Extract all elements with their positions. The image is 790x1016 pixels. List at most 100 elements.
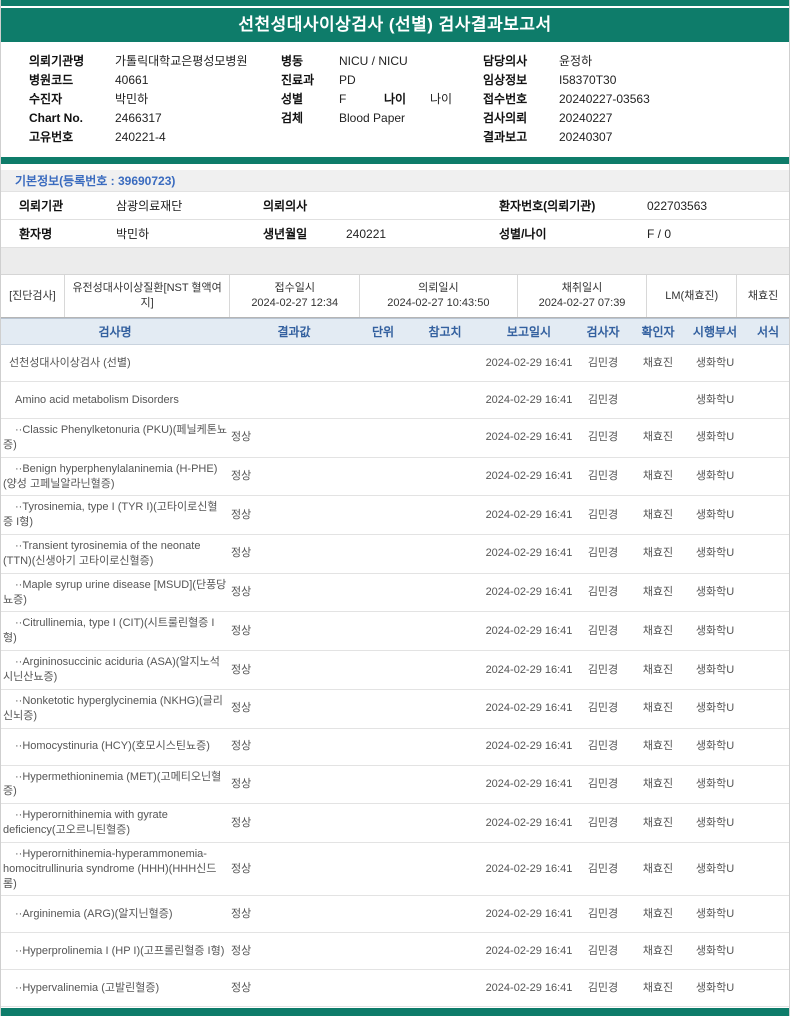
exam-lm-text: LM(채효진) xyxy=(665,289,718,304)
reference-cell xyxy=(407,496,483,535)
test-name-cell: ··Hyperornithinemia-hyperammonemia-homoc… xyxy=(1,842,229,896)
result-row: ··Hypervalinemia (고발린혈증)정상2024-02-29 16:… xyxy=(1,970,790,1007)
form-cell xyxy=(745,689,790,728)
info-row: 진료과PD xyxy=(281,71,483,90)
form-cell xyxy=(745,612,790,651)
info-value: 윤정하 xyxy=(559,52,592,71)
info-value: 20240307 xyxy=(559,128,612,147)
report-datetime-cell: 2024-02-29 16:41 xyxy=(483,689,575,728)
info-value: PD xyxy=(339,71,356,90)
report-datetime-cell: 2024-02-29 16:41 xyxy=(483,535,575,574)
result-row: 선천성대사이상검사 (선별)2024-02-29 16:41김민경채효진생화학U xyxy=(1,345,790,382)
result-value-cell: 정상 xyxy=(229,933,359,970)
verifier-cell: 채효진 xyxy=(631,689,685,728)
report-datetime-cell: 2024-02-29 16:41 xyxy=(483,728,575,765)
form-cell xyxy=(745,535,790,574)
basic-info-label: 성별/나이 xyxy=(499,225,647,242)
tester-cell: 김민경 xyxy=(575,496,631,535)
patient-info-col3: 담당의사윤정하임상정보I58370T30접수번호20240227-03563검사… xyxy=(483,52,783,147)
report-datetime-cell: 2024-02-29 16:41 xyxy=(483,896,575,933)
report-datetime-cell: 2024-02-29 16:41 xyxy=(483,496,575,535)
info-value: 40661 xyxy=(115,71,148,90)
info-label: 접수번호 xyxy=(483,90,559,109)
tester-cell: 김민경 xyxy=(575,457,631,496)
result-row: ··Homocystinuria (HCY)(호모시스틴뇨증)정상2024-02… xyxy=(1,728,790,765)
result-row: ··Transient tyrosinemia of the neonate (… xyxy=(1,535,790,574)
unit-cell xyxy=(359,970,407,1007)
unit-cell xyxy=(359,804,407,843)
department-cell: 생화학U xyxy=(685,651,745,690)
exam-category: [진단검사] xyxy=(1,275,65,317)
form-cell xyxy=(745,419,790,458)
basic-info-table: 의뢰기관삼광의료재단의뢰의사환자번호(의뢰기관)022703563환자명박민하생… xyxy=(1,192,789,248)
report-datetime-cell: 2024-02-29 16:41 xyxy=(483,765,575,804)
exam-collect-label: 채취일시 xyxy=(562,281,602,296)
form-cell xyxy=(745,896,790,933)
unit-cell xyxy=(359,651,407,690)
info-label: 성별 xyxy=(281,90,339,109)
results-column-header: 시행부서 xyxy=(685,319,745,345)
unit-cell xyxy=(359,728,407,765)
verifier-cell xyxy=(631,382,685,419)
info-value: 나이 xyxy=(430,90,452,109)
test-name-cell: ··Maple syrup urine disease [MSUD](단풍당뇨증… xyxy=(1,573,229,612)
info-row: 성별F나이나이 xyxy=(281,90,483,109)
info-value: 가톨릭대학교은평성모병원 xyxy=(115,52,247,71)
result-row: ··Argininosuccinic aciduria (ASA)(알지노석시닌… xyxy=(1,651,790,690)
reference-cell xyxy=(407,933,483,970)
unit-cell xyxy=(359,573,407,612)
bottom-teal-strip xyxy=(1,1008,789,1016)
unit-cell xyxy=(359,496,407,535)
info-value: Blood Paper xyxy=(339,109,405,128)
report-datetime-cell: 2024-02-29 16:41 xyxy=(483,804,575,843)
exam-collector: 채효진 xyxy=(737,275,789,317)
verifier-cell: 채효진 xyxy=(631,651,685,690)
exam-collect-value: 2024-02-27 07:39 xyxy=(539,296,626,311)
result-value-cell xyxy=(229,345,359,382)
form-cell xyxy=(745,496,790,535)
form-cell xyxy=(745,345,790,382)
verifier-cell: 채효진 xyxy=(631,457,685,496)
unit-cell xyxy=(359,765,407,804)
unit-cell xyxy=(359,689,407,728)
report-datetime-cell: 2024-02-29 16:41 xyxy=(483,933,575,970)
result-row: ··Hyperornithinemia with gyrate deficien… xyxy=(1,804,790,843)
unit-cell xyxy=(359,345,407,382)
test-name-cell: ··Benign hyperphenylalaninemia (H-PHE)(양… xyxy=(1,457,229,496)
verifier-cell: 채효진 xyxy=(631,496,685,535)
test-name-cell: ··Nonketotic hyperglycinemia (NKHG)(글리신뇌… xyxy=(1,689,229,728)
result-row: Amino acid metabolism Disorders2024-02-2… xyxy=(1,382,790,419)
reference-cell xyxy=(407,612,483,651)
info-label: 나이 xyxy=(384,90,430,109)
result-value-cell: 정상 xyxy=(229,612,359,651)
reference-cell xyxy=(407,535,483,574)
department-cell: 생화학U xyxy=(685,573,745,612)
reference-cell xyxy=(407,728,483,765)
unit-cell xyxy=(359,382,407,419)
tester-cell: 김민경 xyxy=(575,842,631,896)
tester-cell: 김민경 xyxy=(575,419,631,458)
info-row: 검체Blood Paper xyxy=(281,109,483,128)
result-value-cell: 정상 xyxy=(229,573,359,612)
basic-info-label: 환자명 xyxy=(19,225,116,242)
info-value: I58370T30 xyxy=(559,71,616,90)
info-value: 20240227 xyxy=(559,109,612,128)
results-column-header: 보고일시 xyxy=(483,319,575,345)
form-cell xyxy=(745,933,790,970)
info-value: 2466317 xyxy=(115,109,162,128)
basic-info-section-title: 기본정보(등록번호 : 39690723) xyxy=(1,170,789,192)
top-teal-strip xyxy=(1,0,789,6)
department-cell: 생화학U xyxy=(685,728,745,765)
basic-info-row: 환자명박민하생년월일240221성별/나이F / 0 xyxy=(1,220,789,248)
tester-cell: 김민경 xyxy=(575,896,631,933)
exam-summary-row: [진단검사] 유전성대사이상질환[NST 혈액여지] 접수일시 2024-02-… xyxy=(1,275,789,318)
basic-info-value: 박민하 xyxy=(116,225,263,242)
unit-cell xyxy=(359,842,407,896)
department-cell: 생화학U xyxy=(685,970,745,1007)
info-row: 접수번호20240227-03563 xyxy=(483,90,783,109)
exam-name-text: 유전성대사이상질환[NST 혈액여지] xyxy=(69,281,226,311)
results-column-header: 확인자 xyxy=(631,319,685,345)
tester-cell: 김민경 xyxy=(575,382,631,419)
department-cell: 생화학U xyxy=(685,345,745,382)
results-column-header: 참고치 xyxy=(407,319,483,345)
